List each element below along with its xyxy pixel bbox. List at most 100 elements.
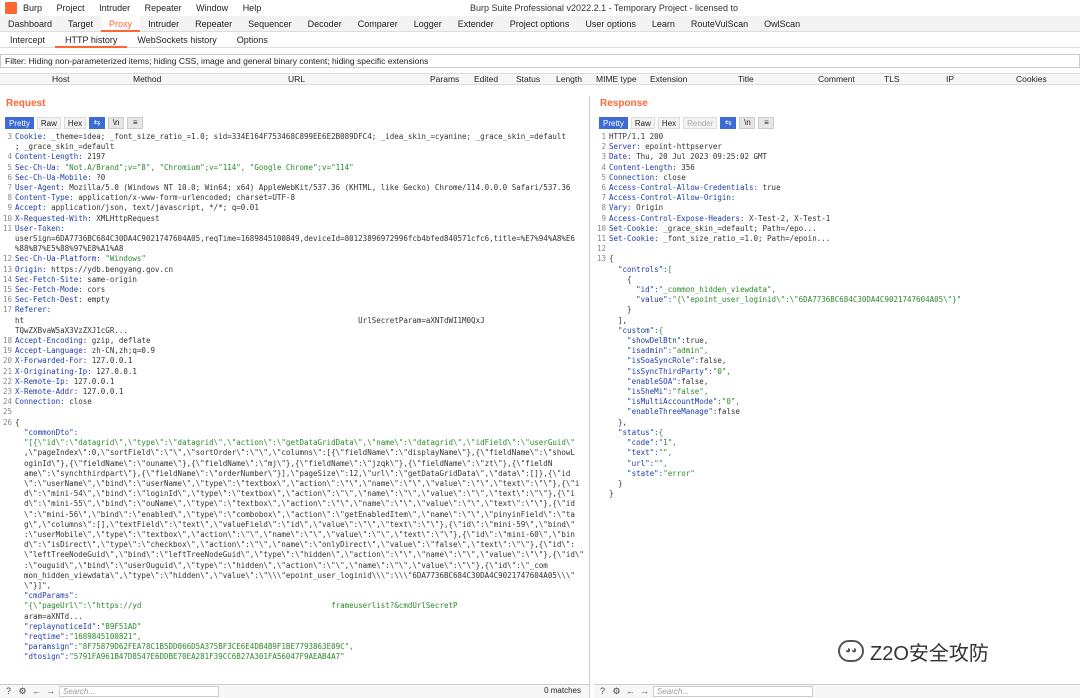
column-method[interactable]: Method <box>133 74 161 85</box>
wrap-lines-icon[interactable]: ⇆ <box>720 117 737 129</box>
code-value: TQwZXBvaW5aX3VzZXJ1cGR... <box>15 325 128 335</box>
line-number: 12 <box>2 254 12 264</box>
code-value: d\":\"mini-54\",\"bind\":\"loginId\",\"t… <box>15 489 575 499</box>
request-pretty-button[interactable]: Pretty <box>5 117 34 129</box>
menu-help[interactable]: Help <box>243 3 262 13</box>
tab-repeater[interactable]: Repeater <box>187 16 240 32</box>
wrap-lines-icon[interactable]: ⇆ <box>89 117 106 129</box>
tab-extender[interactable]: Extender <box>450 16 502 32</box>
code-key: Referer: <box>15 305 52 315</box>
code-line: 3 Cookie: _theme=idea; _font_size_ratio_=… <box>0 132 588 142</box>
tab-owlscan[interactable]: OwlScan <box>756 16 808 32</box>
menu-repeater[interactable]: Repeater <box>145 3 182 13</box>
line-number: 5 <box>601 172 606 182</box>
subtab-intercept[interactable]: Intercept <box>0 32 55 48</box>
code-key: Vary: <box>609 203 637 213</box>
code-line: "isSyncThirdParty":"0", <box>594 367 1078 377</box>
line-number: 7 <box>7 183 12 193</box>
menu-project[interactable]: Project <box>57 3 85 13</box>
history-table-header: Host Method URL Params Edited Status Length MIM… <box>0 73 1080 85</box>
help-icon[interactable]: ? <box>597 686 608 697</box>
code-value: "5791FA961B47D8547E6DDBE70EA281F39CC6B27… <box>69 652 345 662</box>
code-value: _theme=idea; _font_size_ratio_=1.0; sid=… <box>51 132 566 141</box>
code-key: X-Originating-Ip: <box>15 366 97 376</box>
code-line: 5 Connection: close <box>594 173 1078 183</box>
settings-icon[interactable]: ⚙ <box>611 686 622 697</box>
column-comment[interactable]: Comment <box>818 74 855 85</box>
response-editor[interactable]: 1 HTTP/1.1 200 2 Server: epoint-httpserver 3… <box>594 132 1078 678</box>
menu-window[interactable]: Window <box>196 3 228 13</box>
line-number: 3 <box>601 152 606 162</box>
tab-target[interactable]: Target <box>60 16 101 32</box>
column-edited[interactable]: Edited <box>474 74 498 85</box>
tab-sequencer[interactable]: Sequencer <box>240 16 300 32</box>
code-key: Access-Control-Allow-Origin: <box>609 193 736 203</box>
menu-icon[interactable]: ≡ <box>758 117 775 129</box>
menu-intruder[interactable]: Intruder <box>99 3 130 13</box>
back-arrow-icon[interactable]: ← <box>625 686 636 697</box>
code-line: 25 <box>0 407 588 417</box>
code-value: Origin <box>636 203 664 213</box>
subtab-options[interactable]: Options <box>227 32 278 48</box>
filter-bar[interactable]: Filter: Hiding non-parameterized items; … <box>0 54 1080 68</box>
tab-user-options[interactable]: User options <box>577 16 644 32</box>
column-tls[interactable]: TLS <box>884 74 900 85</box>
settings-icon[interactable]: ⚙ <box>17 686 28 697</box>
response-hex-button[interactable]: Hex <box>657 117 681 129</box>
tab-dashboard[interactable]: Dashboard <box>0 16 60 32</box>
code-value: "Windows" <box>105 254 146 264</box>
forward-arrow-icon[interactable]: → <box>639 686 650 697</box>
column-length[interactable]: Length <box>556 74 582 85</box>
column-status[interactable]: Status <box>516 74 540 85</box>
column-host[interactable]: Host <box>52 74 69 85</box>
column-extension[interactable]: Extension <box>650 74 687 85</box>
request-editor[interactable]: 3 Cookie: _theme=idea; _font_size_ratio_=… <box>0 132 588 678</box>
tab-decoder[interactable]: Decoder <box>300 16 350 32</box>
column-mime-type[interactable]: MIME type <box>596 74 637 85</box>
tab-logger[interactable]: Logger <box>406 16 450 32</box>
tab-project-options[interactable]: Project options <box>502 16 578 32</box>
help-icon[interactable]: ? <box>3 686 14 697</box>
request-search-input[interactable]: Search... <box>59 686 219 697</box>
code-line: "code":"1", <box>594 438 1078 448</box>
code-line: 23 X-Remote-Addr: 127.0.0.1 <box>0 387 588 397</box>
back-arrow-icon[interactable]: ← <box>31 686 42 697</box>
code-value: "0", <box>712 366 731 376</box>
column-params[interactable]: Params <box>430 74 459 85</box>
response-search-input[interactable]: Search... <box>653 686 813 697</box>
request-raw-button[interactable]: Raw <box>36 117 61 129</box>
code-value: 127.0.0.1 <box>96 366 137 376</box>
response-pretty-button[interactable]: Pretty <box>599 117 628 129</box>
tab-proxy[interactable]: Proxy <box>101 16 141 32</box>
code-key: Sec-Ch-Ua-Platform: <box>15 254 106 264</box>
code-line: 6 Access-Control-Allow-Credentials: true <box>594 183 1078 193</box>
code-value: "8F75879D62FEA78C1B5DD066D5A375BF3CE6E4D… <box>78 642 354 652</box>
tab-learn[interactable]: Learn <box>644 16 683 32</box>
tab-comparer[interactable]: Comparer <box>350 16 406 32</box>
tab-intruder[interactable]: Intruder <box>140 16 187 32</box>
response-render-button[interactable]: Render <box>683 117 718 129</box>
response-raw-button[interactable]: Raw <box>630 117 655 129</box>
subtab-websockets-history[interactable]: WebSockets history <box>127 32 226 48</box>
column-url[interactable]: URL <box>288 74 305 85</box>
line-number: 11 <box>596 234 606 244</box>
code-key: Access-Control-Expose-Headers: <box>609 213 749 223</box>
subtab-http-history[interactable]: HTTP history <box>55 32 128 48</box>
newline-toggle-icon[interactable]: \n <box>108 117 125 129</box>
line-number: 20 <box>2 356 12 366</box>
code-line: \"}]", <box>0 581 588 591</box>
column-title[interactable]: Title <box>738 74 754 85</box>
newline-toggle-icon[interactable]: \n <box>739 117 756 129</box>
code-value: close <box>69 397 92 407</box>
menu-icon[interactable]: ≡ <box>127 117 144 129</box>
code-value: zh-CN,zh;q=0.9 <box>91 346 155 356</box>
tab-routevulscan[interactable]: RouteVulScan <box>683 16 756 32</box>
code-key: "enableSOA": <box>609 376 682 386</box>
forward-arrow-icon[interactable]: → <box>45 686 56 697</box>
request-hex-button[interactable]: Hex <box>63 117 87 129</box>
column-cookies[interactable]: Cookies <box>1016 74 1047 85</box>
code-line: 15 Sec-Fetch-Mode: cors <box>0 285 588 295</box>
menu-burp[interactable]: Burp <box>23 3 42 13</box>
code-key: "cmdParams": <box>15 591 79 601</box>
column-ip[interactable]: IP <box>946 74 954 85</box>
